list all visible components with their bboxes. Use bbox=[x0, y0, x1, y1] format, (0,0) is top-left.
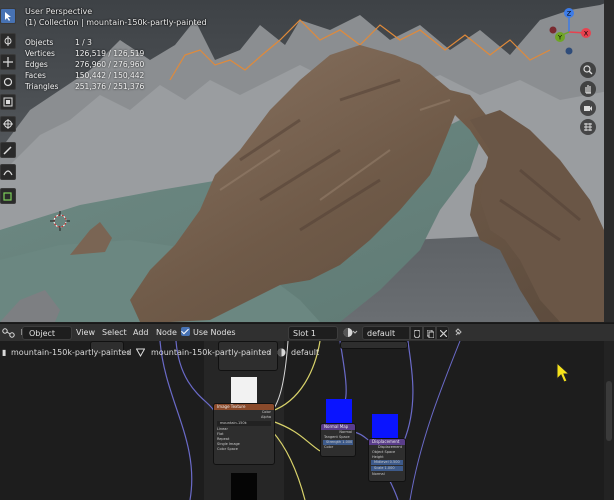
copy-icon bbox=[427, 330, 434, 338]
measure-tool[interactable] bbox=[0, 164, 16, 180]
displacement-color-swatch bbox=[372, 414, 398, 438]
material-browse-button[interactable] bbox=[343, 327, 359, 339]
material-name-field[interactable]: default bbox=[362, 326, 410, 340]
z-axis-label: Z bbox=[567, 10, 572, 18]
transform-icon bbox=[3, 119, 13, 129]
slot-select[interactable]: Slot 1 bbox=[288, 326, 338, 340]
rotate-icon bbox=[3, 77, 13, 87]
y-axis-label: Y bbox=[557, 34, 562, 42]
displacement-node[interactable]: Displacement Displacement Object Space H… bbox=[368, 438, 406, 482]
grid-icon bbox=[584, 123, 592, 131]
select-box-tool[interactable] bbox=[0, 8, 16, 24]
magnifier-icon bbox=[583, 65, 593, 75]
normal-map-node[interactable]: Normal Map Normal Tangent Space Strength… bbox=[320, 423, 356, 457]
shield-icon bbox=[414, 330, 420, 338]
chevron-right-icon: › bbox=[268, 348, 272, 357]
image-texture-node[interactable]: Image Texture Color Alpha mountain-150k … bbox=[213, 403, 275, 465]
scene-statistics: Objects 1 / 3 Vertices 126,519 / 126,519 E… bbox=[25, 37, 144, 92]
ruler-icon bbox=[3, 170, 13, 176]
stat-row: Triangles 251,376 / 251,376 bbox=[25, 82, 145, 91]
annotate-tool[interactable] bbox=[0, 142, 16, 158]
normal-color-swatch bbox=[326, 399, 352, 423]
add-cube-tool[interactable] bbox=[0, 188, 16, 204]
breadcrumb-object: mountain-150k-partly-painted bbox=[11, 348, 132, 357]
fake-user-button[interactable] bbox=[410, 326, 423, 340]
mouse-pointer-icon bbox=[556, 362, 571, 383]
material-sphere-icon bbox=[343, 328, 358, 337]
menu-view[interactable]: View bbox=[76, 327, 95, 339]
mesh-icon bbox=[135, 348, 146, 358]
chevron-right-icon: › bbox=[127, 348, 131, 357]
breadcrumb: ▮ mountain-150k-partly-painted › mountai… bbox=[0, 343, 614, 363]
stat-row: Vertices 126,519 / 126,519 bbox=[25, 49, 145, 58]
breadcrumb-material: default bbox=[291, 348, 320, 357]
menu-select[interactable]: Select bbox=[102, 327, 127, 339]
viewport-sidebar-edge bbox=[604, 0, 614, 322]
cursor-tool[interactable] bbox=[0, 33, 16, 49]
menu-add[interactable]: Add bbox=[133, 327, 149, 339]
pin-button[interactable] bbox=[454, 327, 463, 339]
close-icon bbox=[440, 330, 447, 337]
3d-viewport[interactable]: User Perspective (1) Collection | mounta… bbox=[0, 0, 614, 322]
object-mode-select[interactable]: Object bbox=[22, 326, 72, 340]
transform-tool[interactable] bbox=[0, 116, 16, 132]
checkbox-checked-icon bbox=[181, 327, 190, 336]
rotate-tool[interactable] bbox=[0, 74, 16, 90]
shader-editor-header: Object View Select Add Node Use Nodes Sl… bbox=[0, 323, 614, 342]
perspective-toggle-button[interactable] bbox=[580, 119, 596, 135]
camera-view-button[interactable] bbox=[580, 100, 596, 116]
unlink-material-button[interactable] bbox=[436, 326, 449, 340]
camera-icon bbox=[584, 106, 592, 111]
collection-label: (1) Collection | mountain-150k-partly-pa… bbox=[25, 18, 207, 27]
node-editor-icon bbox=[2, 328, 15, 338]
scale-tool[interactable] bbox=[0, 94, 16, 110]
image-field[interactable]: mountain-150k bbox=[217, 421, 271, 426]
move-tool[interactable] bbox=[0, 54, 16, 70]
cube-icon bbox=[3, 192, 12, 201]
select-cursor-icon bbox=[5, 12, 11, 21]
hand-icon bbox=[585, 85, 591, 94]
image-preview bbox=[231, 377, 257, 403]
stat-row: Edges 276,960 / 276,960 bbox=[25, 60, 145, 69]
duplicate-material-button[interactable] bbox=[423, 326, 436, 340]
pin-icon bbox=[455, 328, 462, 336]
object-icon: ▮ bbox=[2, 348, 7, 357]
stat-row: Faces 150,442 / 150,442 bbox=[25, 71, 145, 80]
scale-icon bbox=[3, 97, 13, 107]
node-links bbox=[159, 341, 614, 500]
use-nodes-toggle[interactable]: Use Nodes bbox=[181, 327, 236, 339]
material-icon bbox=[277, 348, 286, 358]
image-preview-dark bbox=[231, 473, 257, 500]
breadcrumb-mesh: mountain-150k-partly-painted bbox=[151, 348, 272, 357]
pencil-icon bbox=[3, 146, 12, 155]
stat-row: Objects 1 / 3 bbox=[25, 38, 92, 47]
axis-gizmo[interactable]: Z X Y bbox=[546, 6, 596, 58]
pan-button[interactable] bbox=[580, 81, 596, 97]
crosshair-icon bbox=[4, 36, 12, 46]
x-axis-label: X bbox=[584, 30, 589, 38]
move-arrows-icon bbox=[3, 57, 13, 67]
menu-node[interactable]: Node bbox=[156, 327, 177, 339]
editor-type-menu[interactable] bbox=[1, 327, 19, 339]
view-title: User Perspective bbox=[25, 7, 93, 16]
zoom-button[interactable] bbox=[580, 62, 596, 78]
node-canvas[interactable]: Image Texture Color Alpha mountain-150k … bbox=[0, 341, 614, 500]
